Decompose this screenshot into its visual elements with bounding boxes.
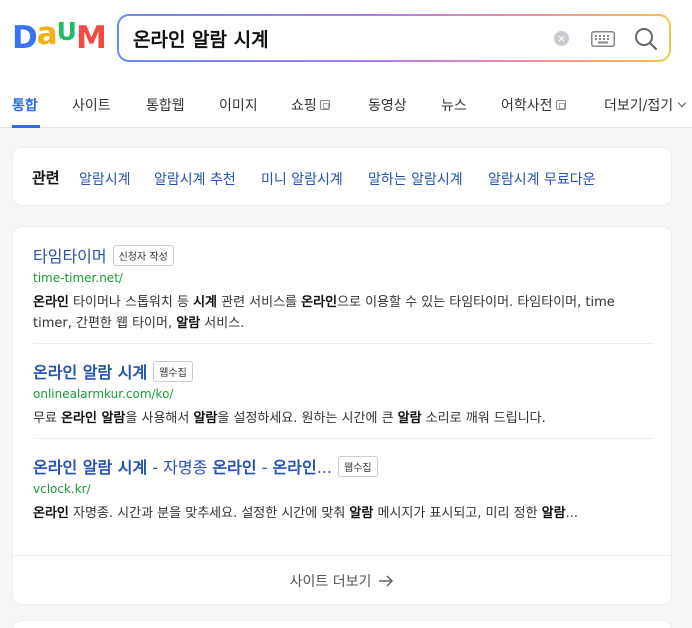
result-url[interactable]: vclock.kr/ <box>33 482 653 496</box>
result-badge: 웹수집 <box>337 456 378 477</box>
result-item: 온라인 알람 시계 웹수집 onlinealarmkur.com/ko/ 무료 온… <box>33 359 653 429</box>
result-title[interactable]: 온라인 알람 시계 - 자명종 온라인 - 온라인... <box>33 454 332 478</box>
next-section-card <box>12 620 672 628</box>
clear-search-icon[interactable]: × <box>554 31 569 46</box>
related-searches: 관련 알람시계 알람시계 추천 미니 알람시계 말하는 알람시계 알람시계 무료… <box>12 147 672 206</box>
search-tabs: 통합 사이트 통합웹 이미지 쇼핑 동영상 뉴스 어학사전 더보기/접기 <box>0 84 692 128</box>
tab-label: 뉴스 <box>441 98 467 114</box>
tab-label: 더보기/접기 <box>604 98 674 114</box>
tab-site[interactable]: 사이트 <box>72 95 111 115</box>
result-url[interactable]: time-timer.net/ <box>33 271 653 285</box>
external-link-icon <box>555 100 566 110</box>
daum-logo[interactable]: D a U M <box>12 16 107 56</box>
logo-letter-u: U <box>56 17 77 46</box>
logo-letter-m: M <box>75 20 107 56</box>
header: D a U M × <box>0 0 692 128</box>
keyboard-icon[interactable] <box>591 31 615 47</box>
result-description: 온라인 자명종. 시간과 분을 맞추세요. 설정한 시간에 맞춰 알람 메시지가… <box>33 506 578 521</box>
more-sites-button[interactable]: 사이트 더보기 <box>290 571 395 591</box>
logo-letter-a: a <box>36 16 58 52</box>
related-link[interactable]: 말하는 알람시계 <box>368 169 463 189</box>
external-link-icon <box>319 100 330 110</box>
result-title[interactable]: 타임타이머 <box>33 243 107 267</box>
search-input[interactable] <box>133 24 533 52</box>
result-badge: 신청자 작성 <box>112 245 174 266</box>
related-link[interactable]: 미니 알람시계 <box>261 169 343 189</box>
tab-video[interactable]: 동영상 <box>368 95 407 115</box>
related-title: 관련 <box>32 169 60 187</box>
tab-news[interactable]: 뉴스 <box>441 95 467 115</box>
tab-image[interactable]: 이미지 <box>219 95 258 115</box>
result-description: 무료 온라인 알람을 사용해서 알람을 설정하세요. 원하는 시간에 큰 알람 … <box>33 411 546 426</box>
related-link[interactable]: 알람시계 무료다운 <box>488 169 596 189</box>
tab-all[interactable]: 통합 <box>12 95 38 115</box>
tab-more-toggle[interactable]: 더보기/접기 <box>604 95 687 115</box>
active-tab-indicator <box>12 125 40 128</box>
site-results: 타임타이머 신청자 작성 time-timer.net/ 온라인 타이머나 스톱워… <box>12 226 672 605</box>
result-item: 타임타이머 신청자 작성 time-timer.net/ 온라인 타이머나 스톱워… <box>33 243 653 334</box>
tab-label: 어학사전 <box>501 98 553 114</box>
divider <box>33 438 653 439</box>
tab-label: 동영상 <box>368 98 407 114</box>
tab-label: 통합웹 <box>146 98 185 114</box>
more-sites-label: 사이트 더보기 <box>289 574 372 590</box>
result-badge: 웹수집 <box>153 361 193 382</box>
more-results: 사이트 더보기 <box>13 555 671 605</box>
divider <box>33 343 653 344</box>
tab-label: 쇼핑 <box>291 98 317 114</box>
logo-letter-d: D <box>12 20 38 56</box>
result-item: 온라인 알람 시계 - 자명종 온라인 - 온라인... 웹수집 vclock.k… <box>33 454 653 524</box>
related-link[interactable]: 알람시계 <box>79 169 131 189</box>
tab-web[interactable]: 통합웹 <box>146 95 185 115</box>
arrow-right-icon <box>379 575 394 587</box>
chevron-down-icon <box>677 98 687 108</box>
result-description: 온라인 타이머나 스톱워치 등 시계 관련 서비스를 온라인으로 이용할 수 있… <box>33 295 615 331</box>
related-link[interactable]: 알람시계 추천 <box>154 169 236 189</box>
result-url[interactable]: onlinealarmkur.com/ko/ <box>33 387 653 401</box>
result-title[interactable]: 온라인 알람 시계 <box>33 359 147 383</box>
tab-shopping[interactable]: 쇼핑 <box>291 95 330 115</box>
tab-dictionary[interactable]: 어학사전 <box>501 95 566 115</box>
search-box: × <box>117 14 671 62</box>
tab-label: 사이트 <box>72 98 111 114</box>
search-icon[interactable] <box>633 26 659 52</box>
tab-label: 이미지 <box>219 98 258 114</box>
search-inner: × <box>119 16 669 60</box>
tab-label: 통합 <box>12 98 38 114</box>
